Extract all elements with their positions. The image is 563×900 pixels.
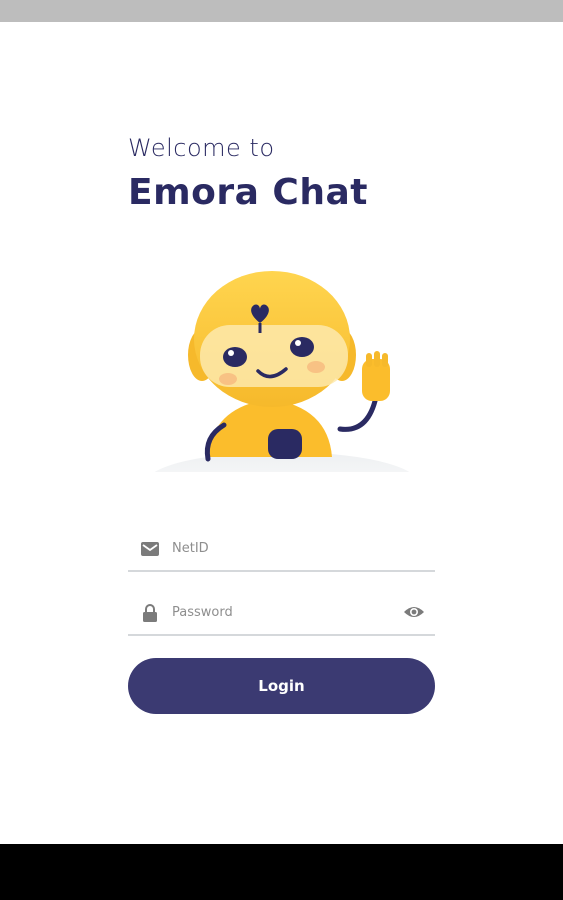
- login-screen: Welcome to Emora Chat NetID Login: [0, 22, 563, 844]
- status-bar: [0, 0, 563, 22]
- netid-input[interactable]: [172, 534, 392, 562]
- app-title: Emora Chat: [128, 172, 368, 213]
- welcome-text: Welcome to: [128, 134, 275, 162]
- password-input[interactable]: [172, 598, 392, 626]
- navigation-bar: [0, 844, 563, 900]
- eye-icon[interactable]: [403, 603, 425, 621]
- login-button[interactable]: Login: [128, 658, 435, 714]
- robot-mascot-illustration: [154, 271, 410, 472]
- lock-icon: [143, 604, 157, 622]
- netid-field[interactable]: [128, 526, 435, 572]
- password-field[interactable]: [128, 590, 435, 636]
- email-icon: [141, 542, 159, 556]
